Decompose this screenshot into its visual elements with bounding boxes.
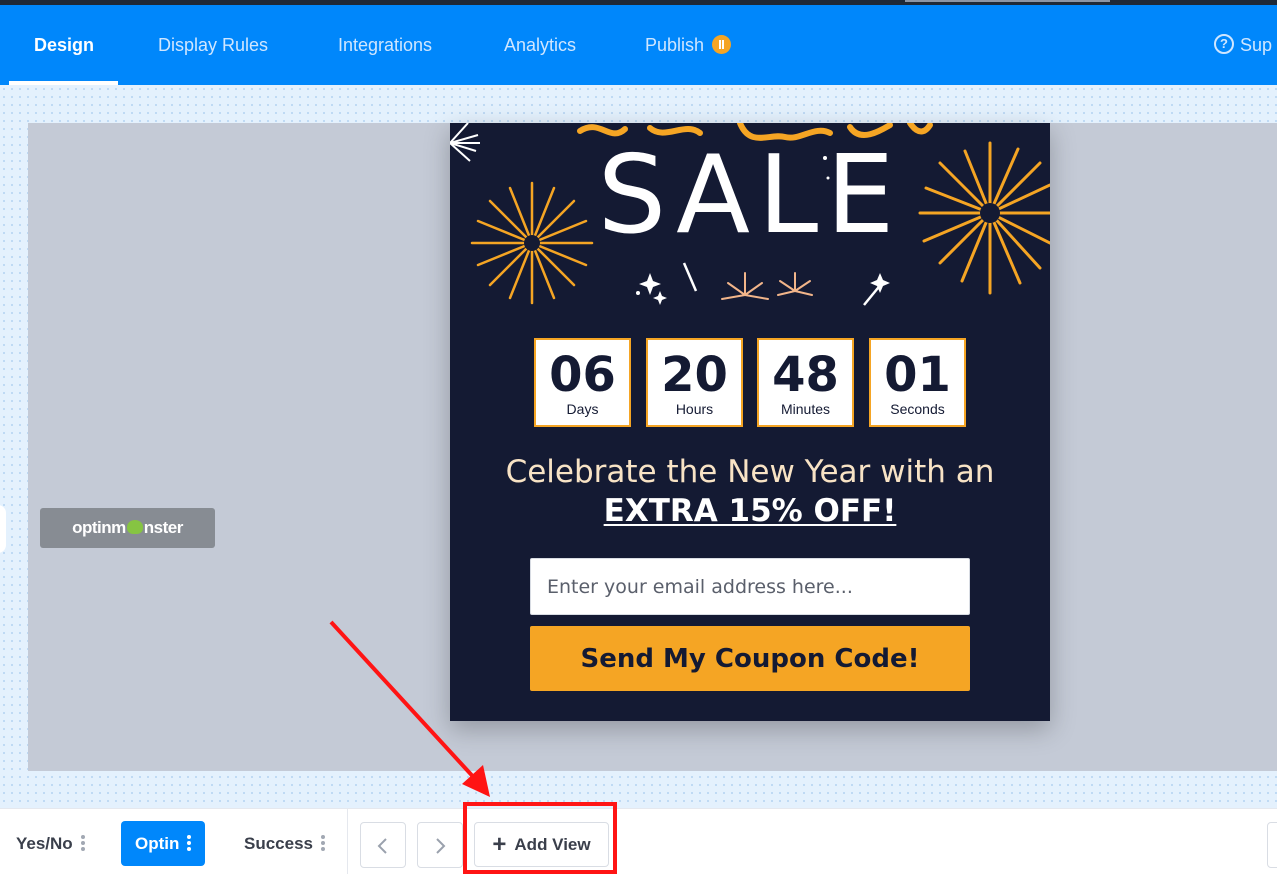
countdown-seconds-label: Seconds	[890, 401, 945, 417]
view-tab-success[interactable]: Success	[244, 821, 325, 866]
view-tab-yes-no[interactable]: Yes/No	[16, 821, 85, 866]
right-toolbar-button[interactable]	[1267, 822, 1277, 868]
countdown-days-label: Days	[566, 401, 599, 417]
tab-integrations-label: Integrations	[338, 35, 433, 55]
tab-design-label: Design	[34, 35, 95, 55]
view-tab-yes-no-label: Yes/No	[16, 834, 73, 853]
popup-headline: Celebrate the New Year with an EXTRA 15%…	[450, 453, 1050, 531]
sale-title: SALE	[597, 133, 903, 258]
top-strip-notch	[905, 0, 1110, 2]
plus-icon: +	[492, 831, 507, 858]
logo-text-b: nster	[143, 518, 184, 537]
countdown-days: 06 Days	[534, 338, 631, 427]
monster-mark-icon	[126, 520, 143, 535]
chevron-right-icon	[436, 838, 446, 854]
previous-view-button[interactable]	[360, 822, 406, 868]
small-bursts	[721, 272, 813, 300]
tab-design[interactable]: Design	[8, 5, 119, 85]
more-vertical-icon[interactable]	[187, 835, 192, 852]
support-label: Sup	[1240, 35, 1273, 55]
tab-integrations[interactable]: Integrations	[338, 5, 432, 85]
views-bar: Yes/No Optin Success + Add View	[0, 808, 1277, 874]
view-tab-success-label: Success	[244, 834, 313, 853]
countdown-minutes-value: 48	[772, 347, 839, 403]
help-circle-icon: ?	[1214, 34, 1234, 55]
add-view-button[interactable]: + Add View	[474, 822, 609, 867]
pause-icon	[712, 34, 732, 54]
countdown-seconds-value: 01	[884, 347, 951, 403]
tab-publish[interactable]: Publish	[645, 5, 732, 85]
countdown-minutes-label: Minutes	[780, 401, 831, 417]
tab-analytics[interactable]: Analytics	[504, 5, 576, 85]
top-nav: Design Display Rules Integrations Analyt…	[0, 5, 1277, 85]
campaign-popup[interactable]: SALE 06 Days 20 Hours 48 Minutes 01 Seco…	[450, 123, 1050, 721]
countdown-seconds: 01 Seconds	[869, 338, 966, 427]
support-link[interactable]: ? Sup	[1214, 5, 1272, 85]
chevron-left-icon	[377, 838, 387, 854]
tab-display-rules[interactable]: Display Rules	[158, 5, 268, 85]
tab-display-rules-label: Display Rules	[158, 35, 269, 55]
tab-analytics-label: Analytics	[504, 35, 577, 55]
view-tab-optin-label: Optin	[135, 834, 180, 853]
headline-text: Celebrate the New Year with an	[505, 454, 995, 490]
add-view-label: Add View	[514, 835, 591, 854]
more-vertical-icon[interactable]	[80, 835, 85, 852]
countdown-days-value: 06	[549, 347, 616, 403]
next-view-button[interactable]	[417, 822, 463, 868]
countdown-hours-label: Hours	[675, 401, 714, 417]
more-vertical-icon[interactable]	[321, 835, 325, 852]
send-coupon-button[interactable]: Send My Coupon Code!	[530, 626, 970, 691]
countdown-minutes: 48 Minutes	[757, 338, 854, 427]
views-divider	[347, 809, 348, 874]
tab-publish-label: Publish	[645, 35, 705, 55]
logo-text-a: optinm	[72, 518, 126, 537]
countdown-hours: 20 Hours	[646, 338, 743, 427]
optinmonster-logo: optinm nster	[40, 508, 215, 548]
sparkle-streak-left	[682, 262, 698, 292]
view-tab-optin[interactable]: Optin	[121, 821, 206, 866]
left-panel-handle[interactable]	[0, 505, 6, 553]
email-field[interactable]	[530, 558, 970, 615]
sparkle-streak-right	[863, 282, 883, 306]
countdown-timer: 06 Days 20 Hours 48 Minutes 01 Seconds	[534, 338, 966, 427]
countdown-hours-value: 20	[661, 347, 728, 403]
headline-highlight: EXTRA 15% OFF!	[603, 493, 897, 529]
